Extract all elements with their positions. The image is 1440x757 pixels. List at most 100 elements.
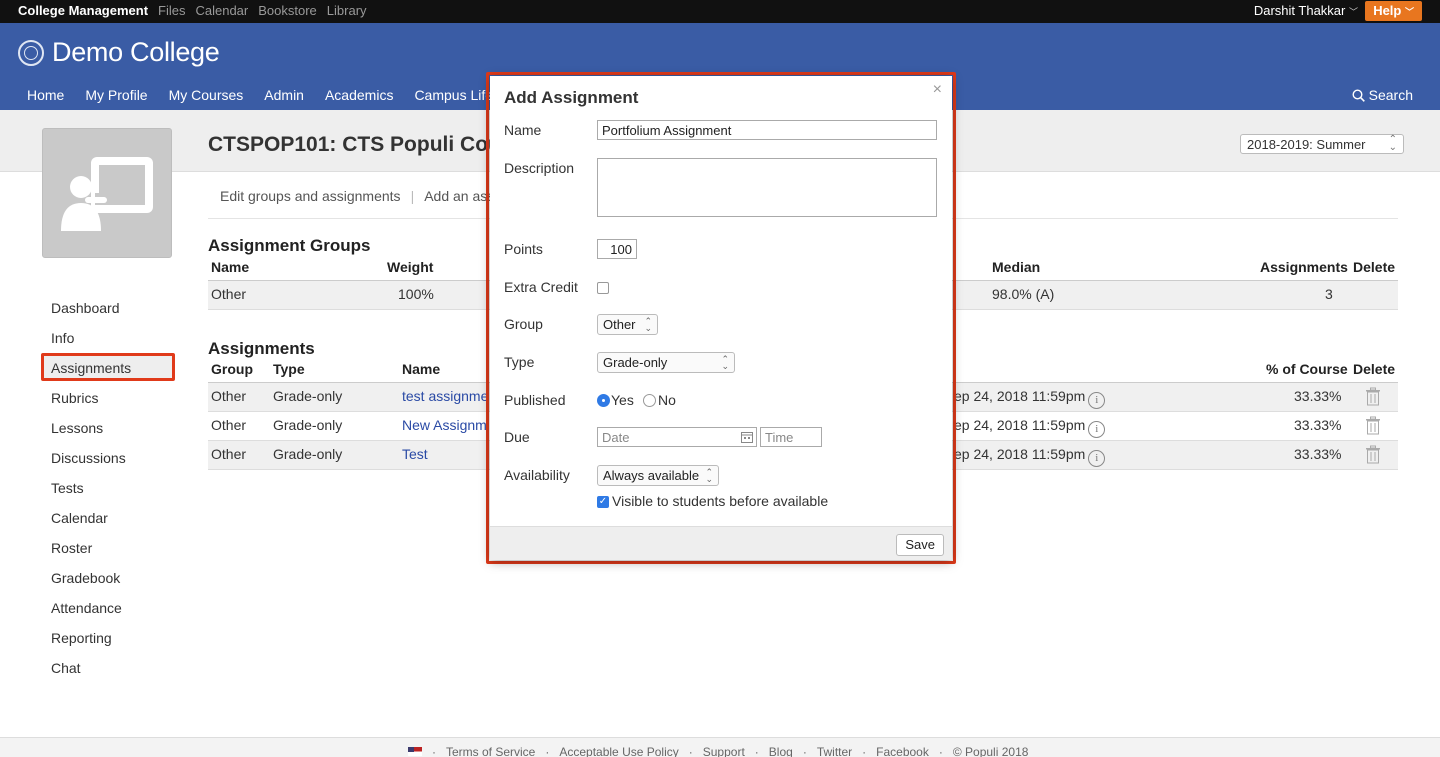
type-value: Grade-only [603, 355, 668, 370]
group-select[interactable]: Other ⌃ ⌄ [597, 314, 658, 335]
sidebar-item-label: Info [51, 330, 75, 346]
group-weight: 100% [398, 286, 434, 302]
assignment-pct: 33.33% [1294, 388, 1342, 404]
user-menu[interactable]: Darshit Thakkar ﹀ [1254, 3, 1358, 18]
assignment-group: Other [211, 417, 247, 433]
select-arrows-icon: ⌃ ⌄ [721, 354, 729, 371]
top-app-bar: College Management Files Calendar Bookst… [0, 0, 1440, 23]
footer-twitter[interactable]: Twitter [817, 745, 852, 757]
term-select[interactable]: 2018-2019: Summer ⌃ ⌄ [1240, 134, 1404, 154]
sidebar-item-tests[interactable]: Tests [51, 480, 131, 510]
app-calendar[interactable]: Calendar [195, 3, 248, 18]
assignment-name-link[interactable]: Test [402, 446, 428, 462]
help-button[interactable]: Help ﹀ [1365, 1, 1422, 21]
app-files[interactable]: Files [158, 3, 185, 18]
calendar-icon[interactable] [741, 431, 753, 443]
description-field[interactable] [597, 158, 937, 217]
trash-icon[interactable] [1365, 445, 1381, 464]
sidebar-item-attendance[interactable]: Attendance [51, 600, 131, 630]
footer-separator: · [802, 745, 807, 757]
assignment-groups-heading: Assignment Groups [208, 236, 371, 255]
sidebar-item-label: Assignments [51, 360, 132, 376]
sidebar-item-rubrics[interactable]: Rubrics [51, 390, 131, 420]
sidebar-item-dashboard[interactable]: Dashboard [51, 300, 131, 330]
select-arrows-icon: ⌃ ⌄ [1388, 134, 1397, 153]
assignment-name-link[interactable]: test assignme [402, 388, 488, 404]
footer-links: · Terms of Service · Acceptable Use Poli… [408, 745, 1028, 757]
dialog-footer: Save [490, 526, 952, 560]
footer-support[interactable]: Support [703, 745, 745, 757]
sidebar-item-label: Dashboard [51, 300, 120, 316]
app-library[interactable]: Library [327, 3, 367, 18]
term-value: 2018-2019: Summer [1247, 137, 1366, 152]
published-yes-label: Yes [611, 392, 634, 408]
sidebar-item-gradebook[interactable]: Gradebook [51, 570, 131, 600]
sidebar-item-discussions[interactable]: Discussions [51, 450, 131, 480]
due-date-field[interactable]: Date [597, 427, 757, 447]
edit-groups-link[interactable]: Edit groups and assignments [220, 188, 401, 204]
info-icon[interactable]: i [1088, 450, 1106, 467]
nav-home[interactable]: Home [27, 87, 64, 103]
search-link[interactable]: Search [1352, 87, 1413, 103]
sidebar-item-lessons[interactable]: Lessons [51, 420, 131, 450]
nav-campus-life[interactable]: Campus Life [414, 87, 493, 103]
sidebar-item-label: Rubrics [51, 390, 99, 406]
sidebar-item-roster[interactable]: Roster [51, 540, 131, 570]
nav-my-profile[interactable]: My Profile [85, 87, 147, 103]
us-flag-icon[interactable] [408, 747, 422, 756]
main-nav: Home My Profile My Courses Admin Academi… [27, 87, 493, 103]
sidebar-item-calendar[interactable]: Calendar [51, 510, 131, 540]
sidebar-item-reporting[interactable]: Reporting [51, 630, 131, 660]
footer-facebook[interactable]: Facebook [876, 745, 929, 757]
save-button[interactable]: Save [896, 534, 944, 556]
trash-icon[interactable] [1365, 387, 1381, 406]
group-value: Other [603, 317, 636, 332]
published-no-radio[interactable] [643, 394, 656, 407]
sidebar-item-label: Reporting [51, 630, 112, 646]
app-switcher: College Management Files Calendar Bookst… [18, 3, 367, 18]
points-label: Points [504, 241, 543, 257]
type-select[interactable]: Grade-only ⌃ ⌄ [597, 352, 735, 373]
course-subnav: Edit groups and assignments | Add an ass… [220, 188, 505, 204]
assignment-type: Grade-only [273, 446, 343, 462]
trash-icon[interactable] [1365, 416, 1381, 435]
app-bookstore[interactable]: Bookstore [258, 3, 317, 18]
nav-my-courses[interactable]: My Courses [169, 87, 244, 103]
footer-separator: · [938, 745, 943, 757]
sidebar-item-assignments[interactable]: Assignments [41, 353, 175, 390]
college-logo[interactable]: Demo College [18, 37, 220, 68]
footer-aup[interactable]: Acceptable Use Policy [559, 745, 678, 757]
availability-select[interactable]: Always available ⌃ ⌄ [597, 465, 719, 486]
sidebar-item-label: Discussions [51, 450, 126, 466]
due-text: ep 24, 2018 11:59pm [954, 388, 1086, 404]
select-arrows-icon: ⌃ ⌄ [644, 316, 652, 333]
points-field[interactable]: 100 [597, 239, 637, 259]
assignments-heading: Assignments [208, 339, 315, 358]
info-icon[interactable]: i [1088, 392, 1106, 409]
assignment-due: ep 24, 2018 11:59pm i [954, 446, 1106, 467]
app-college-management[interactable]: College Management [18, 3, 148, 18]
search-label: Search [1368, 87, 1413, 103]
footer-blog[interactable]: Blog [769, 745, 793, 757]
sidebar-item-label: Tests [51, 480, 84, 496]
visible-before-available-checkbox[interactable]: ✓ [597, 496, 609, 508]
info-icon[interactable]: i [1088, 421, 1106, 438]
col-type: Type [273, 361, 305, 377]
nav-admin[interactable]: Admin [264, 87, 304, 103]
close-icon[interactable]: × [933, 81, 942, 99]
sidebar-item-chat[interactable]: Chat [51, 660, 131, 690]
footer-terms[interactable]: Terms of Service [446, 745, 535, 757]
college-name: Demo College [52, 37, 220, 67]
sidebar-item-label: Lessons [51, 420, 104, 436]
assignment-name-link[interactable]: New Assignm [402, 417, 487, 433]
col-delete: Delete [1353, 259, 1396, 275]
group-median: 98.0% (A) [992, 286, 1055, 302]
due-time-field[interactable]: Time [760, 427, 822, 447]
extra-credit-checkbox[interactable] [597, 282, 609, 294]
name-field[interactable]: Portfolium Assignment [597, 120, 937, 140]
group-label: Group [504, 316, 543, 332]
assignment-type: Grade-only [273, 388, 343, 404]
chevron-down-icon: ﹀ [1404, 7, 1414, 17]
published-yes-radio[interactable] [597, 394, 610, 407]
nav-academics[interactable]: Academics [325, 87, 393, 103]
